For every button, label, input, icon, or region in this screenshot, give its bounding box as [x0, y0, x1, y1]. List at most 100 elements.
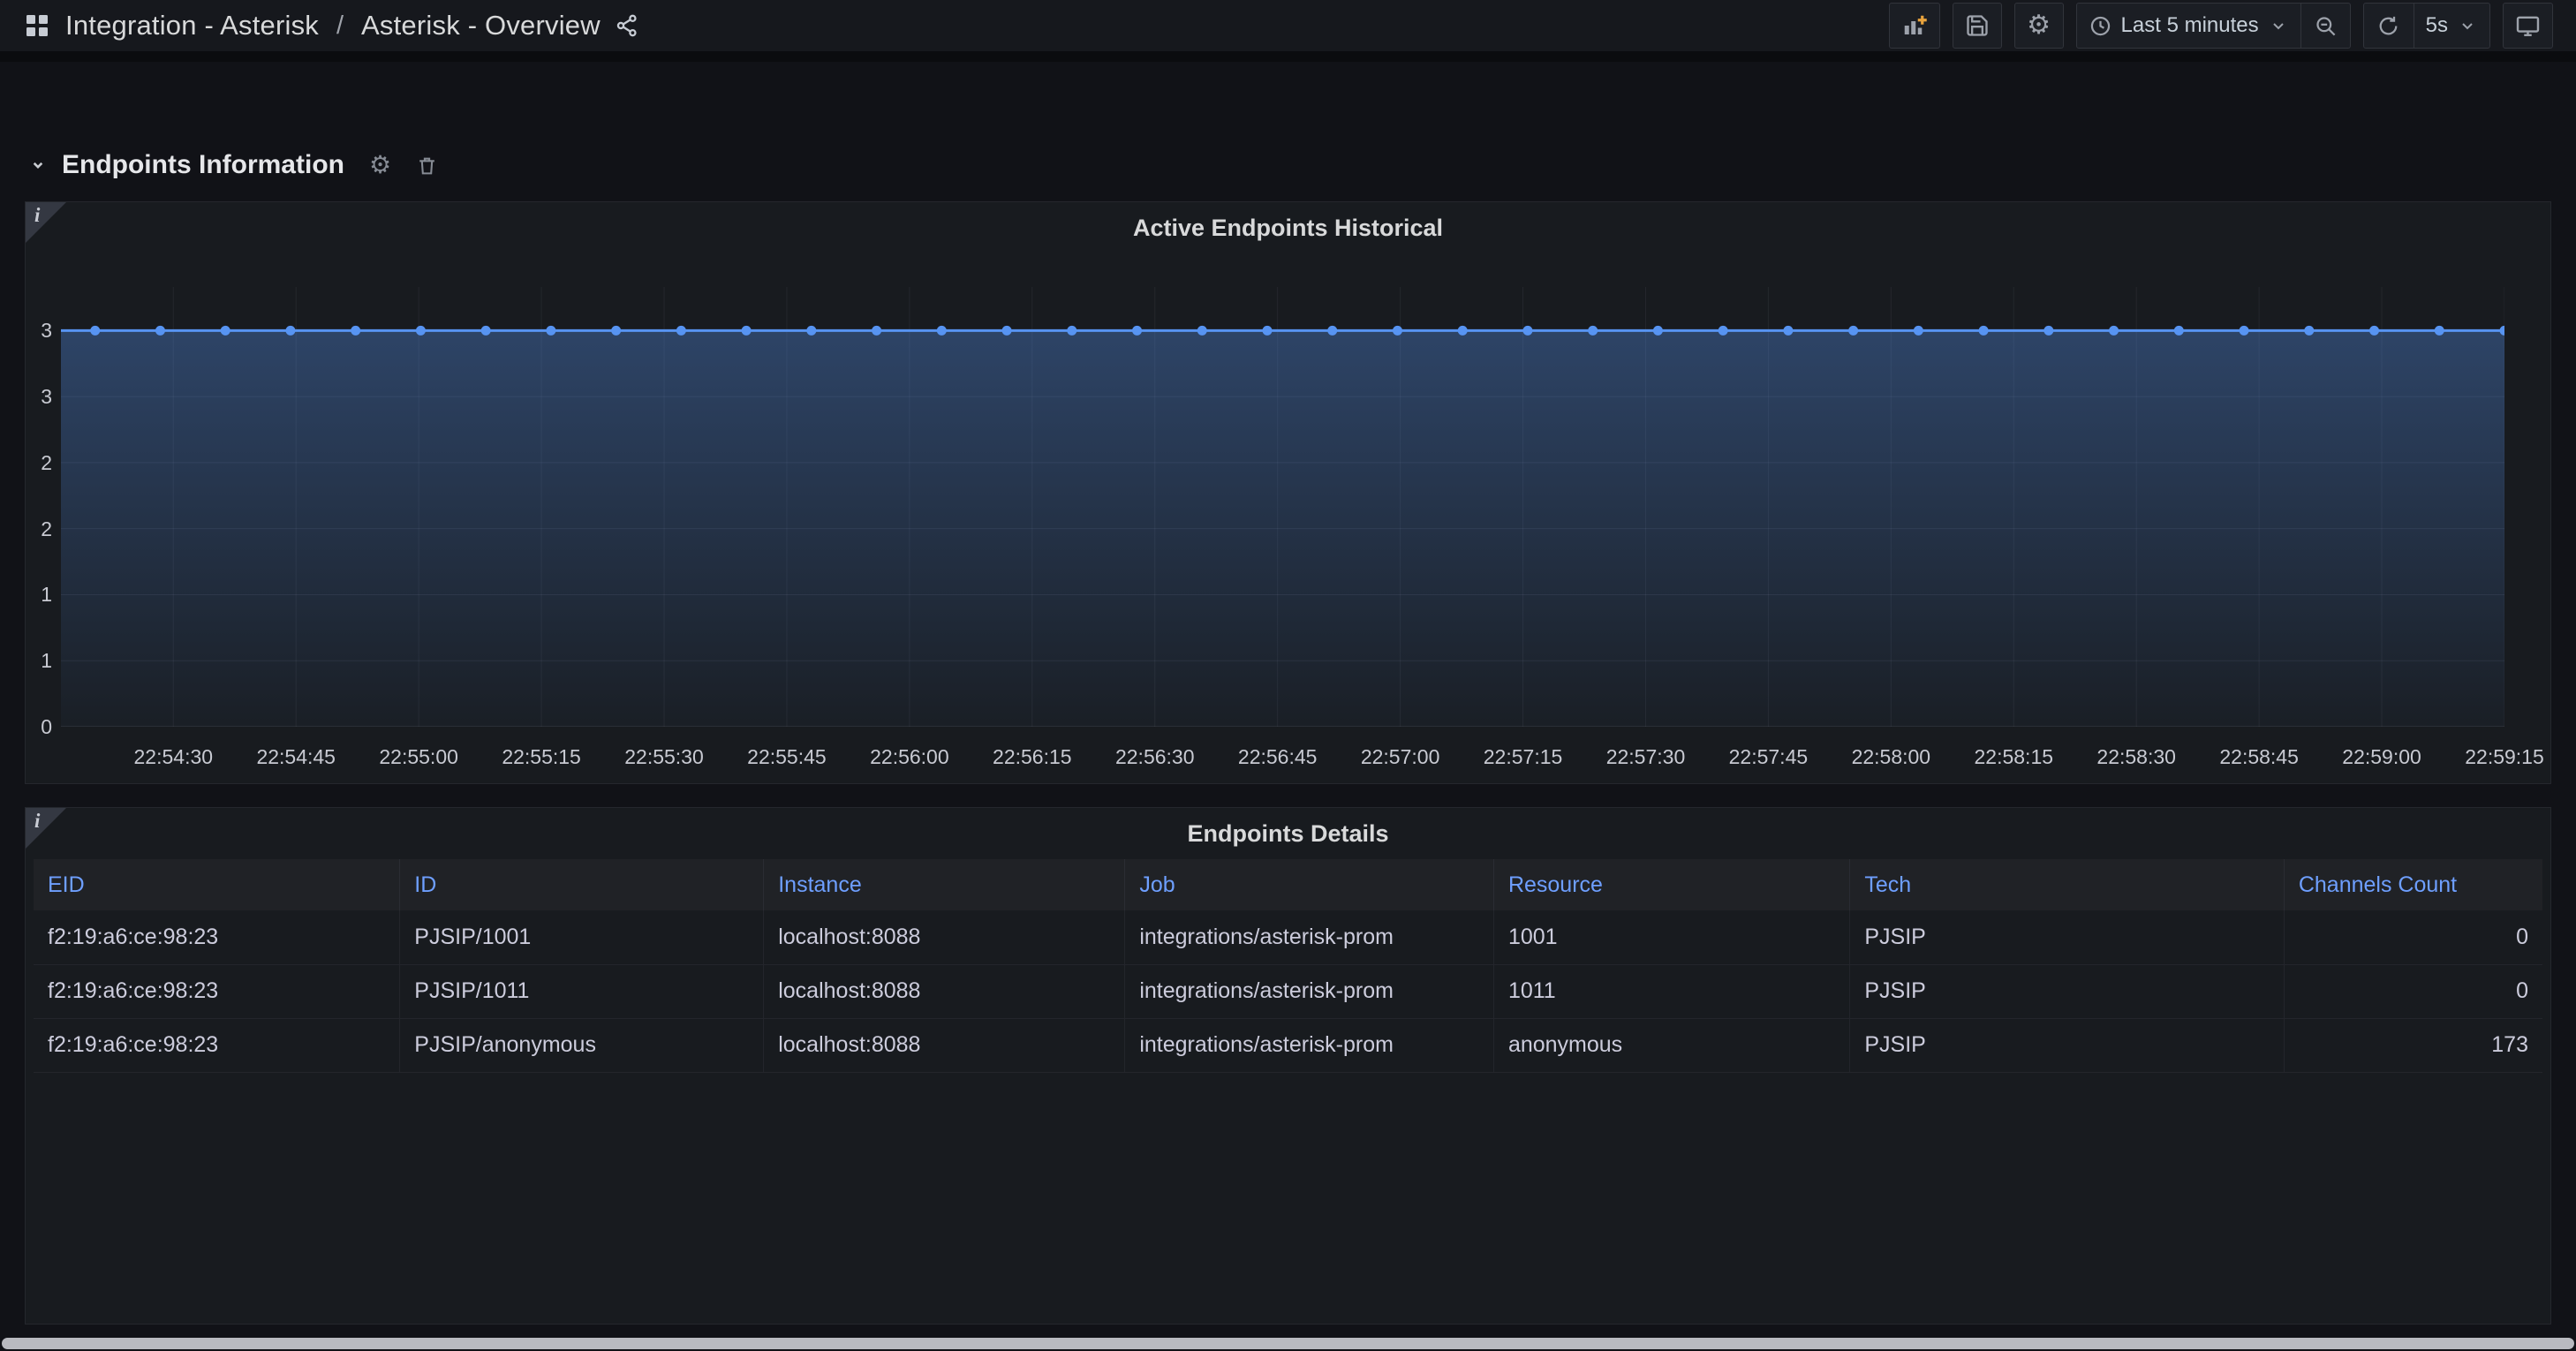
time-picker-group: Last 5 minutes [2076, 3, 2351, 49]
zoom-out-button[interactable] [2300, 4, 2350, 48]
x-axis-label: 22:57:00 [1339, 745, 1462, 769]
x-axis-label: 22:55:15 [480, 745, 603, 769]
column-header-tech[interactable]: Tech [1850, 859, 2284, 910]
x-axis-label: 22:57:45 [1706, 745, 1830, 769]
data-point [2304, 326, 2314, 336]
dashboard-settings-button[interactable]: ⚙ [2014, 3, 2064, 49]
data-point [1327, 326, 1337, 336]
data-point [1979, 326, 1989, 336]
table-cell: f2:19:a6:ce:98:23 [34, 964, 400, 1018]
data-point [155, 326, 165, 336]
row-actions: ⚙ [369, 153, 438, 177]
y-axis-label: 1 [26, 649, 52, 673]
table-panel: i Endpoints Details EIDIDInstanceJobReso… [25, 807, 2551, 1325]
x-axis-label: 22:54:45 [234, 745, 358, 769]
breadcrumb-separator: / [336, 11, 344, 41]
breadcrumb: Integration - Asterisk / Asterisk - Over… [23, 10, 639, 42]
refresh-icon [2376, 14, 2400, 38]
row-delete-trash-icon[interactable] [416, 155, 438, 177]
time-range-picker[interactable]: Last 5 minutes [2077, 4, 2300, 48]
refresh-group: 5s [2363, 3, 2490, 49]
table-cell: localhost:8088 [764, 1018, 1125, 1072]
breadcrumb-dashboard[interactable]: Asterisk - Overview [361, 10, 601, 42]
data-point [1197, 326, 1207, 336]
table-cell: PJSIP/1011 [400, 964, 764, 1018]
column-header-resource[interactable]: Resource [1493, 859, 1849, 910]
table-cell: integrations/asterisk-prom [1125, 910, 1494, 964]
y-axis-label: 0 [26, 715, 52, 739]
column-header-channels-count[interactable]: Channels Count [2284, 859, 2542, 910]
data-point [2369, 326, 2379, 336]
share-icon[interactable] [615, 13, 639, 38]
y-axis-label: 3 [26, 319, 52, 343]
y-axis-label: 2 [26, 451, 52, 475]
data-point [611, 326, 621, 336]
column-header-id[interactable]: ID [400, 859, 764, 910]
table-row[interactable]: f2:19:a6:ce:98:23PJSIP/1011localhost:808… [34, 964, 2542, 1018]
refresh-interval-label: 5s [2426, 13, 2448, 38]
row-settings-gear-icon[interactable]: ⚙ [369, 153, 391, 177]
y-axis-label: 2 [26, 517, 52, 541]
kiosk-mode-button[interactable] [2503, 3, 2553, 49]
nav-shadow-strip [0, 51, 2576, 62]
data-point [1522, 326, 1532, 336]
chart-panel-title[interactable]: Active Endpoints Historical [26, 215, 2550, 242]
column-header-eid[interactable]: EID [34, 859, 400, 910]
chart-panel: i Active Endpoints Historical 011223322:… [25, 201, 2551, 784]
data-point [481, 326, 491, 336]
y-axis-label: 3 [26, 385, 52, 409]
y-axis-label: 1 [26, 583, 52, 607]
data-point [676, 326, 686, 336]
x-axis-label: 22:59:00 [2320, 745, 2444, 769]
table-cell: f2:19:a6:ce:98:23 [34, 910, 400, 964]
column-header-instance[interactable]: Instance [764, 859, 1125, 910]
breadcrumb-folder[interactable]: Integration - Asterisk [65, 10, 319, 42]
add-panel-button[interactable] [1889, 3, 1940, 49]
table-cell: f2:19:a6:ce:98:23 [34, 1018, 400, 1072]
dashboard-toolbar: ⚙ Last 5 minutes [1889, 3, 2553, 49]
x-axis-label: 22:56:00 [848, 745, 971, 769]
x-axis-label: 22:56:15 [971, 745, 1094, 769]
data-point [1132, 326, 1142, 336]
x-axis-label: 22:55:00 [357, 745, 480, 769]
column-header-job[interactable]: Job [1125, 859, 1494, 910]
x-axis-label: 22:57:30 [1583, 745, 1707, 769]
chevron-down-icon [2457, 15, 2478, 36]
table-cell: localhost:8088 [764, 964, 1125, 1018]
x-axis-label: 22:54:30 [111, 745, 235, 769]
data-point [872, 326, 881, 336]
table-cell: 1011 [1493, 964, 1849, 1018]
table-cell: 1001 [1493, 910, 1849, 964]
save-icon [1965, 13, 1990, 38]
monitor-icon [2515, 13, 2541, 39]
data-point [2240, 326, 2249, 336]
gear-icon: ⚙ [2027, 12, 2051, 39]
x-axis-label: 22:58:15 [1952, 745, 2075, 769]
data-point [2174, 326, 2184, 336]
row-collapse-chevron-icon[interactable] [26, 154, 49, 177]
chart-plot[interactable] [61, 287, 2504, 727]
refresh-button[interactable] [2364, 4, 2414, 48]
save-dashboard-button[interactable] [1953, 3, 2002, 49]
x-axis-label: 22:58:45 [2197, 745, 2321, 769]
add-panel-icon [1901, 12, 1928, 39]
table-row[interactable]: f2:19:a6:ce:98:23PJSIP/1001localhost:808… [34, 910, 2542, 964]
row-title[interactable]: Endpoints Information [62, 150, 344, 180]
x-axis-label: 22:58:00 [1829, 745, 1953, 769]
table-cell: PJSIP [1850, 1018, 2284, 1072]
horizontal-scrollbar[interactable] [2, 1338, 2574, 1349]
table-row[interactable]: f2:19:a6:ce:98:23PJSIP/anonymouslocalhos… [34, 1018, 2542, 1072]
dashboards-grid-icon[interactable] [23, 11, 51, 40]
data-point [221, 326, 230, 336]
data-point [806, 326, 816, 336]
table-body: f2:19:a6:ce:98:23PJSIP/1001localhost:808… [34, 910, 2542, 1072]
table-cell: 0 [2284, 964, 2542, 1018]
table-header-row: EIDIDInstanceJobResourceTechChannels Cou… [34, 859, 2542, 910]
table-panel-title[interactable]: Endpoints Details [26, 820, 2550, 848]
refresh-interval-picker[interactable]: 5s [2414, 4, 2489, 48]
dashboard-row-header: Endpoints Information ⚙ [26, 145, 2550, 185]
data-point [2109, 326, 2119, 336]
table-cell: anonymous [1493, 1018, 1849, 1072]
table-cell: 0 [2284, 910, 2542, 964]
table-cell: 173 [2284, 1018, 2542, 1072]
